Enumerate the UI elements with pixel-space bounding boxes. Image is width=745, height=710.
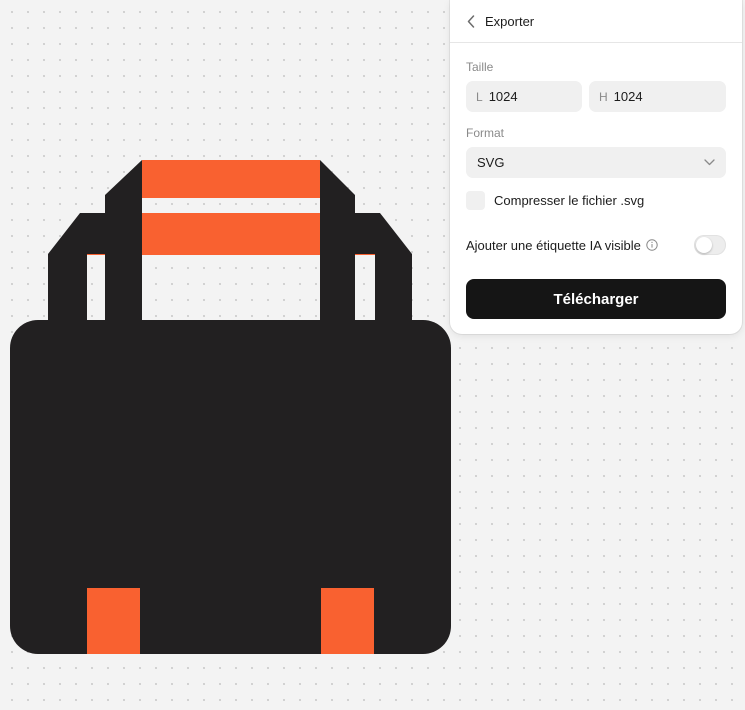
ai-label-text: Ajouter une étiquette IA visible bbox=[466, 237, 641, 253]
ai-label-option: Ajouter une étiquette IA visible bbox=[466, 234, 726, 256]
artwork-front-handle-left bbox=[105, 160, 142, 322]
height-prefix: H bbox=[599, 89, 608, 104]
back-button[interactable] bbox=[467, 14, 475, 28]
export-panel-header: Exporter bbox=[450, 0, 742, 43]
canvas-artwork[interactable] bbox=[0, 0, 460, 710]
compress-checkbox[interactable] bbox=[466, 191, 485, 210]
format-select[interactable]: SVG bbox=[466, 147, 726, 178]
info-icon[interactable] bbox=[646, 239, 658, 251]
size-section-label: Taille bbox=[466, 60, 494, 74]
compress-label: Compresser le fichier .svg bbox=[494, 193, 645, 208]
ai-label-text-wrap: Ajouter une étiquette IA visible bbox=[466, 238, 658, 253]
export-panel: Exporter Taille L H Format SVG Compresse… bbox=[450, 0, 742, 334]
height-input[interactable] bbox=[613, 89, 684, 104]
chevron-down-icon bbox=[704, 159, 715, 166]
compress-option[interactable]: Compresser le fichier .svg bbox=[466, 191, 644, 210]
ai-label-toggle[interactable] bbox=[694, 235, 726, 255]
panel-title: Exporter bbox=[485, 13, 535, 29]
artwork-bottom-tab-right bbox=[321, 588, 374, 654]
height-field[interactable]: H bbox=[589, 81, 726, 112]
toggle-knob bbox=[696, 237, 712, 253]
format-selected-value: SVG bbox=[477, 155, 505, 170]
artwork-front-band bbox=[142, 160, 320, 198]
chevron-left-icon bbox=[467, 14, 475, 28]
artwork-bottom-tab-left bbox=[87, 588, 140, 654]
width-field[interactable]: L bbox=[466, 81, 582, 112]
download-button[interactable]: Télécharger bbox=[466, 279, 726, 319]
artwork-back-handle-right bbox=[355, 213, 412, 322]
artwork-front-handle-right bbox=[320, 160, 355, 322]
width-input[interactable] bbox=[488, 89, 559, 104]
format-section-label: Format bbox=[466, 126, 505, 140]
artwork-back-handle-left bbox=[48, 213, 105, 322]
width-prefix: L bbox=[476, 89, 483, 104]
artwork-bag-body bbox=[10, 320, 451, 654]
